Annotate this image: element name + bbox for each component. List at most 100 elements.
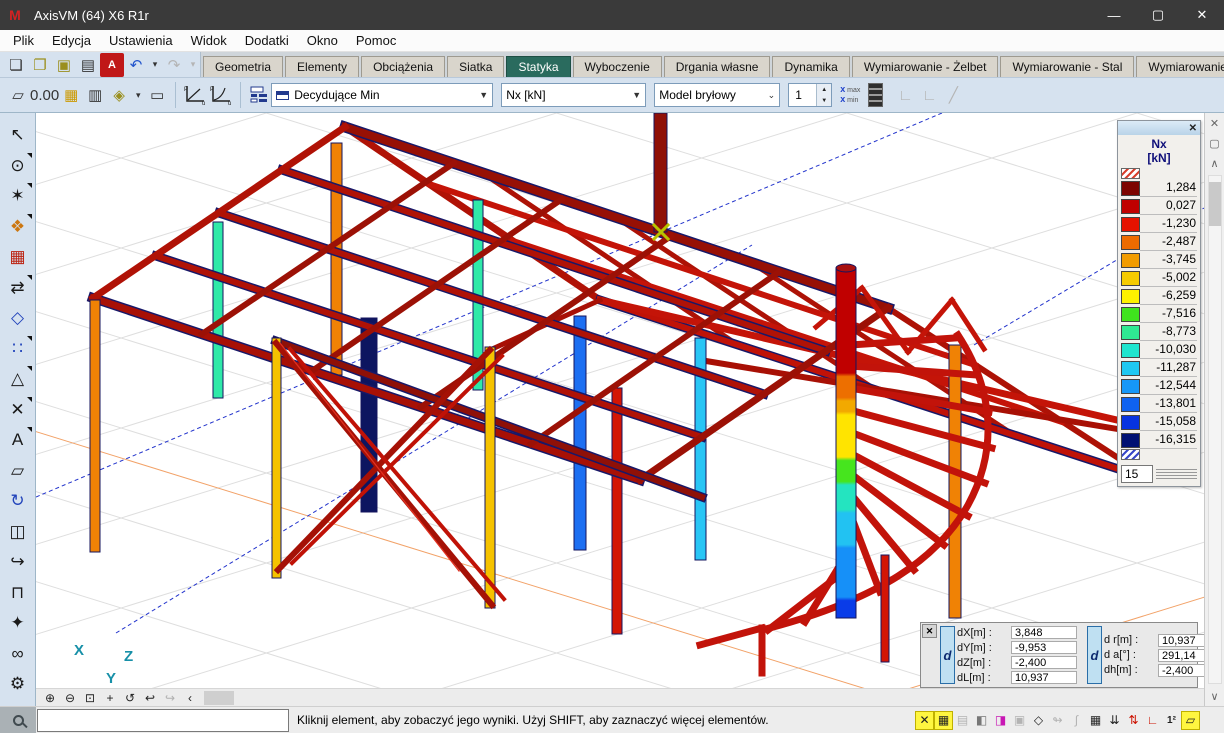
layers-icon[interactable]: ▱	[6, 83, 30, 107]
next-view-icon[interactable]: ↪	[160, 691, 180, 705]
delta-toggle-button[interactable]: d	[1087, 626, 1102, 684]
coordinate-value[interactable]: 3,848	[1011, 626, 1077, 639]
load-display-icon[interactable]: ⇊	[1105, 711, 1124, 730]
tab[interactable]: Statyka	[506, 56, 570, 77]
scroll-down-icon[interactable]: ∨	[1205, 686, 1224, 706]
spinner-down-icon[interactable]: ▼	[817, 95, 831, 106]
legend-level-count[interactable]: 15	[1121, 465, 1153, 483]
reactions-display-icon[interactable]: ⇅	[1124, 711, 1143, 730]
drawing-library-icon[interactable]: ◈	[107, 83, 131, 107]
menu-item[interactable]: Widok	[182, 30, 236, 52]
relative-coords-icon[interactable]: ↬	[1048, 711, 1067, 730]
nonlinear-analysis-icon[interactable]: Pu	[208, 83, 234, 107]
settings-wrench-icon[interactable]: ⚙	[4, 670, 32, 698]
collapse-icon[interactable]: ‹	[180, 691, 200, 705]
coordinate-value[interactable]: 10,937	[1011, 671, 1077, 684]
redo-dropdown-icon[interactable]: ▾	[186, 53, 200, 77]
horizontal-scrollbar-thumb[interactable]	[204, 691, 234, 705]
tab[interactable]: Wymiarowanie - Stal	[1000, 56, 1134, 77]
result-component-combobox[interactable]: Nx [kN] ▼	[501, 83, 646, 107]
menu-item[interactable]: Edycja	[43, 30, 100, 52]
panel-close-icon[interactable]: ✕	[1205, 113, 1224, 133]
tab[interactable]: Wymiarowanie - D	[1136, 56, 1224, 77]
coordinate-value[interactable]: -2,400	[1158, 664, 1204, 677]
close-icon[interactable]: ✕	[1186, 123, 1200, 134]
paste-position-icon[interactable]: ▣	[1010, 711, 1029, 730]
select-cursor-icon[interactable]: ↖	[4, 121, 32, 149]
pdf-export-icon[interactable]: A	[100, 53, 124, 77]
spinner-up-icon[interactable]: ▲	[817, 84, 831, 95]
translate-icon[interactable]: ⇄	[4, 274, 32, 302]
diagram-line-icon[interactable]: ╱	[941, 83, 965, 107]
print-icon[interactable]: ▤	[76, 53, 100, 77]
find-intersection-icon[interactable]: ✕	[4, 396, 32, 424]
new-file-icon[interactable]: ❏	[4, 53, 28, 77]
zoom-icon[interactable]: ⊙	[4, 152, 32, 180]
model-scene[interactable]: Z X Y	[36, 113, 1204, 688]
search-input[interactable]	[37, 709, 289, 732]
scale-spinner[interactable]: 1 ▲ ▼	[788, 83, 832, 107]
color-coding-icon[interactable]: ▦	[4, 243, 32, 271]
numbering-icon[interactable]: 1²	[1162, 711, 1181, 730]
scroll-up-icon[interactable]: ∧	[1205, 153, 1224, 173]
section-integral-icon[interactable]: ∫	[1067, 711, 1086, 730]
zoom-fit-icon[interactable]: ⊡	[80, 691, 100, 705]
linear-analysis-icon[interactable]: Pu	[182, 83, 208, 107]
maximize-button[interactable]: ▢	[1136, 0, 1180, 30]
mesh-display-icon[interactable]: ▦	[1086, 711, 1105, 730]
rotate-view-icon[interactable]: ↺	[120, 691, 140, 705]
tab[interactable]: Geometria	[203, 56, 283, 77]
previous-view-icon[interactable]: ↩	[140, 691, 160, 705]
geometry-check-icon[interactable]: ◇	[1029, 711, 1048, 730]
load-system-icon[interactable]: ∟	[917, 83, 941, 107]
vertical-scrollbar[interactable]	[1208, 175, 1222, 684]
model-viewport[interactable]: Z X Y ✕ Nx [kN]	[36, 113, 1204, 688]
edit-plane-icon[interactable]: ▱	[4, 457, 32, 485]
tab[interactable]: Obciążenia	[361, 56, 445, 77]
background-layers-icon[interactable]: ▤	[953, 711, 972, 730]
open-file-icon[interactable]: ❐	[28, 53, 52, 77]
pan-icon[interactable]: +	[100, 691, 120, 705]
view-direction-icon[interactable]: ✶	[4, 182, 32, 210]
order-icon[interactable]: ↻	[4, 487, 32, 515]
drawing-library-dropdown-icon[interactable]: ▾	[131, 83, 145, 107]
render-light-icon[interactable]: ✦	[4, 609, 32, 637]
parts-icon[interactable]: ▱	[1181, 711, 1200, 730]
snap-intersection-icon[interactable]: ✕	[915, 711, 934, 730]
path-icon[interactable]: ↪	[4, 548, 32, 576]
workplane-icon[interactable]: ◫	[4, 518, 32, 546]
transform-icon[interactable]: ◇	[4, 304, 32, 332]
steel-structure[interactable]	[90, 113, 1160, 673]
local-axes-icon[interactable]: ∟	[1143, 711, 1162, 730]
report-maker-icon[interactable]: ▥	[83, 83, 107, 107]
save-to-library-icon[interactable]: ▭	[145, 83, 169, 107]
display-mode-combobox[interactable]: Model bryłowy ⌄	[654, 83, 780, 107]
local-system-icon[interactable]: ∟	[893, 83, 917, 107]
undo-dropdown-icon[interactable]: ▾	[148, 53, 162, 77]
legend-scale-icon[interactable]	[1156, 467, 1197, 481]
menu-item[interactable]: Plik	[4, 30, 43, 52]
rendering-mode-icon[interactable]: ❖	[4, 213, 32, 241]
zoom-in-icon[interactable]: ⊕	[40, 691, 60, 705]
virtual-beam-icon[interactable]: ∷	[4, 335, 32, 363]
close-icon[interactable]: ✕	[922, 624, 937, 638]
tab[interactable]: Elementy	[285, 56, 359, 77]
tab[interactable]: Dynamika	[772, 56, 849, 77]
menu-item[interactable]: Okno	[298, 30, 347, 52]
menu-item[interactable]: Ustawienia	[100, 30, 182, 52]
vertical-scrollbar-thumb[interactable]	[1209, 182, 1221, 226]
tab[interactable]: Siatka	[447, 56, 504, 77]
coordinate-value[interactable]: 10,937	[1158, 634, 1204, 647]
close-button[interactable]: ✕	[1180, 0, 1224, 30]
panel-restore-icon[interactable]: ▢	[1205, 133, 1224, 153]
roof-mast[interactable]	[654, 113, 667, 232]
minmax-labels-icon[interactable]: x max x min	[840, 85, 860, 105]
grid-snap-icon[interactable]: ▦	[934, 711, 953, 730]
redo-icon[interactable]: ↷	[162, 53, 186, 77]
zoom-out-icon[interactable]: ⊖	[60, 691, 80, 705]
display-options-icon[interactable]: ∞	[4, 640, 32, 668]
undo-icon[interactable]: ↶	[124, 53, 148, 77]
supports-icon[interactable]: ⊓	[4, 579, 32, 607]
table-browser-icon[interactable]: ▦	[59, 83, 83, 107]
coordinate-value[interactable]: 291,14	[1158, 649, 1204, 662]
